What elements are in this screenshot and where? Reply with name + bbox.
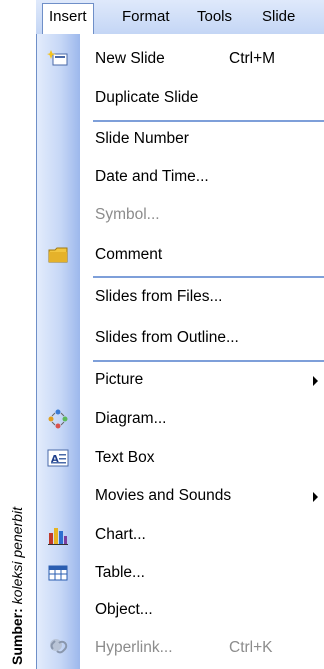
menu-item-slides-from-outline[interactable]: Slides from Outline... [37, 319, 324, 357]
menu-item-picture[interactable]: Picture [37, 361, 324, 399]
menu-item-diagram[interactable]: Diagram... [37, 400, 324, 438]
menubar-slide-show[interactable]: Slide [256, 4, 301, 30]
menu-item-text-box[interactable]: A Text Box [37, 439, 324, 477]
insert-menu: New Slide Ctrl+M Duplicate Slide Slide N… [36, 34, 324, 669]
diagram-icon [47, 409, 69, 429]
table-icon [47, 563, 69, 583]
menubar-format[interactable]: Format [116, 4, 176, 30]
menu-item-object[interactable]: Object... [37, 591, 324, 629]
menu-item-label: Comment [95, 246, 163, 263]
menu-item-symbol: Symbol... [37, 196, 324, 234]
menu-item-slide-number[interactable]: Slide Number [37, 120, 324, 158]
menu-item-duplicate-slide[interactable]: Duplicate Slide [37, 79, 324, 117]
menu-item-label: Table... [95, 564, 145, 581]
submenu-arrow-icon [313, 492, 318, 502]
menu-item-label: Slide Number [95, 130, 189, 147]
menu-item-label: New Slide [95, 50, 165, 67]
menu-item-label: Symbol... [95, 206, 160, 223]
menu-item-label: Slides from Outline... [95, 329, 239, 346]
menu-item-new-slide[interactable]: New Slide Ctrl+M [37, 40, 324, 78]
menu-item-label: Picture [95, 371, 144, 388]
menu-bar: Insert Format Tools Slide [36, 0, 324, 35]
source-caption: Sumber: koleksi penerbit [0, 0, 34, 669]
comment-icon [47, 245, 69, 265]
menu-item-label: Object... [95, 601, 153, 618]
hyperlink-icon [47, 638, 69, 658]
menu-item-comment[interactable]: Comment [37, 236, 324, 274]
chart-icon [47, 525, 69, 545]
new-slide-icon [47, 49, 69, 69]
menu-item-label: Diagram... [95, 410, 167, 427]
menu-item-label: Date and Time... [95, 168, 209, 185]
source-caption-text: Sumber: koleksi penerbit [9, 507, 25, 665]
source-caption-label: Sumber: [9, 608, 25, 665]
menu-item-table[interactable]: Table... [37, 554, 324, 592]
source-caption-value: koleksi penerbit [9, 507, 25, 605]
text-box-icon: A [47, 448, 69, 468]
menu-item-label: Duplicate Slide [95, 89, 199, 106]
menubar-tools[interactable]: Tools [191, 4, 238, 30]
menu-item-label: Text Box [95, 449, 155, 466]
menu-item-shortcut: Ctrl+K [229, 639, 273, 656]
menu-item-date-and-time[interactable]: Date and Time... [37, 158, 324, 196]
menu-item-label: Chart... [95, 526, 146, 543]
menu-item-slides-from-files[interactable]: Slides from Files... [37, 278, 324, 316]
menu-item-label: Slides from Files... [95, 288, 223, 305]
menu-item-label: Hyperlink... [95, 639, 173, 656]
menu-item-chart[interactable]: Chart... [37, 516, 324, 554]
menu-item-shortcut: Ctrl+M [229, 50, 276, 67]
submenu-arrow-icon [313, 376, 318, 386]
menu-item-hyperlink: Hyperlink... Ctrl+K [37, 629, 324, 667]
menubar-insert[interactable]: Insert [42, 3, 94, 34]
menu-item-movies-and-sounds[interactable]: Movies and Sounds [37, 477, 324, 515]
menu-item-label: Movies and Sounds [95, 487, 232, 504]
